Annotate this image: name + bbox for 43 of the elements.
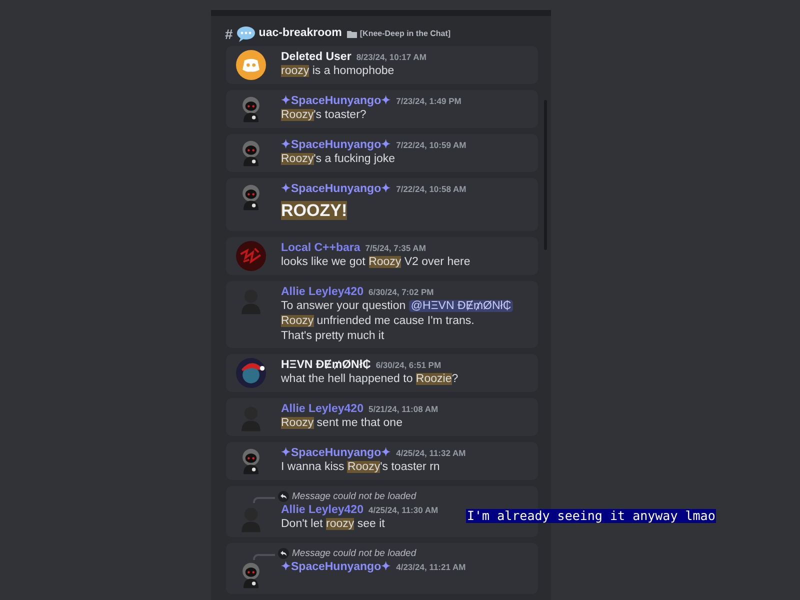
timestamp: 7/5/24, 7:35 AM — [365, 242, 426, 255]
author-name[interactable]: ✦SpaceHunyango✦ — [281, 138, 392, 152]
timestamp: 4/23/24, 11:21 AM — [396, 561, 466, 574]
timestamp: 5/21/24, 11:08 AM — [368, 403, 438, 416]
reply-arrow-icon — [278, 548, 289, 560]
overlay-caption: I'm already seeing it anyway lmao — [466, 509, 716, 523]
speech-bubble-icon — [236, 26, 256, 42]
author-name[interactable]: Allie Leyley420 — [281, 402, 364, 416]
timestamp: 6/30/24, 6:51 PM — [376, 359, 442, 372]
timestamp: 7/23/24, 1:49 PM — [396, 95, 462, 108]
message-text: ROOZY! — [281, 200, 348, 222]
message-text: Don't let roozy see it — [281, 517, 386, 532]
message-text: roozy is a homophobe — [281, 64, 396, 80]
message-text: To answer your question @HΞVN ĐɆ₥ØNł₵ Roozy unfriended me cause I'm trans. That's pretty much it — [281, 299, 514, 344]
author-name[interactable]: Local C++bara — [281, 241, 360, 256]
category-name: [Knee-Deep in the Chat] — [360, 28, 451, 40]
author-name[interactable]: ✦SpaceHunyango✦ — [281, 560, 392, 574]
message-text: Roozy's toaster? — [281, 108, 368, 124]
author-name[interactable]: ✦SpaceHunyango✦ — [281, 94, 392, 108]
author-name[interactable]: ✦SpaceHunyango✦ — [281, 446, 392, 460]
timestamp: 4/25/24, 11:30 AM — [368, 504, 438, 517]
timestamp: 6/30/24, 7:02 PM — [368, 286, 434, 299]
timestamp: 4/25/24, 11:32 AM — [396, 447, 466, 460]
channel-name: uac-breakroom — [258, 26, 342, 41]
message-text: Roozy sent me that one — [281, 416, 404, 432]
reply-arrow-icon — [278, 491, 289, 502]
user-mention[interactable]: @HΞVN ĐɆ₥ØNł₵ — [408, 300, 514, 312]
message-text: what the hell happened to Roozie? — [281, 372, 458, 388]
timestamp: 7/22/24, 10:58 AM — [396, 183, 466, 196]
timestamp: 8/23/24, 10:17 AM — [356, 51, 426, 64]
author-name[interactable]: ✦SpaceHunyango✦ — [281, 182, 392, 196]
folder-icon — [346, 30, 357, 38]
message-text: looks like we got Roozy V2 over here — [281, 255, 470, 270]
timestamp: 7/22/24, 10:59 AM — [396, 139, 466, 152]
reply-notice: Message could not be loaded — [292, 546, 416, 561]
author-name[interactable]: HΞVN ĐɆ₥ØNł₵ — [281, 358, 371, 372]
hash-icon: # — [225, 26, 233, 41]
author-name[interactable]: Allie Leyley420 — [281, 285, 364, 300]
reply-notice: Message could not be loaded — [292, 490, 416, 504]
author-name[interactable]: Allie Leyley420 — [281, 503, 364, 518]
author-name[interactable]: Deleted User — [281, 50, 352, 64]
message-text: I wanna kiss Roozy's toaster rn — [281, 460, 441, 476]
message-text: Roozy's a fucking joke — [281, 152, 396, 168]
